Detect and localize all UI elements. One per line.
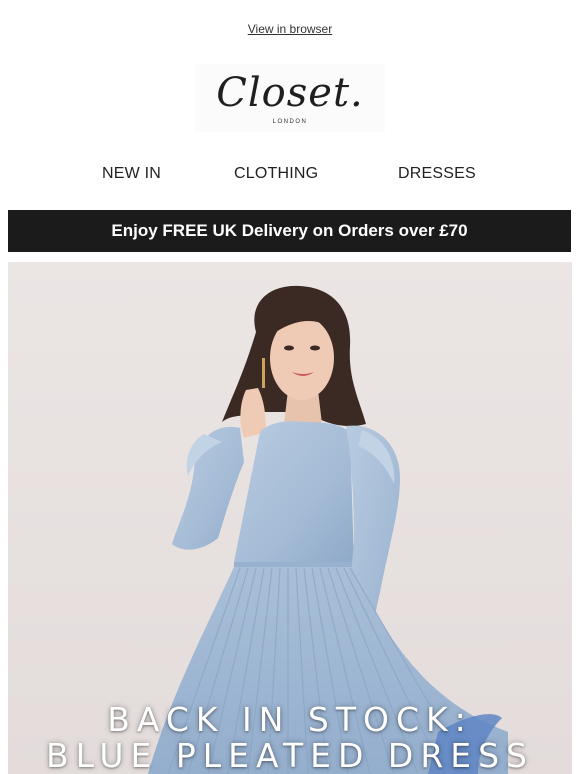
nav-item-clothing[interactable]: CLOTHING bbox=[234, 165, 318, 183]
hero-headline-line1: BACK IN STOCK: bbox=[107, 700, 473, 739]
free-delivery-banner[interactable]: Enjoy FREE UK Delivery on Orders over £7… bbox=[8, 210, 571, 252]
nav-item-new-in[interactable]: NEW IN bbox=[102, 165, 161, 183]
hero-headline-line2: BLUE PLEATED DRESS bbox=[45, 736, 535, 774]
free-delivery-text: Enjoy FREE UK Delivery on Orders over £7… bbox=[111, 221, 468, 240]
logo-wordmark: Closet. bbox=[216, 70, 364, 116]
logo-subtext: LONDON bbox=[272, 119, 308, 125]
hero-image[interactable]: BACK IN STOCK: BLUE PLEATED DRESS bbox=[8, 262, 572, 774]
view-in-browser-link[interactable]: View in browser bbox=[0, 22, 580, 36]
nav-item-dresses[interactable]: DRESSES bbox=[398, 165, 476, 183]
email-page: View in browser Closet. LONDON NEW IN CL… bbox=[0, 0, 580, 774]
closet-london-logo[interactable]: Closet. LONDON bbox=[195, 64, 385, 132]
model-blue-pleated-dress-image bbox=[8, 262, 572, 774]
main-nav: NEW IN CLOTHING DRESSES bbox=[0, 165, 580, 185]
